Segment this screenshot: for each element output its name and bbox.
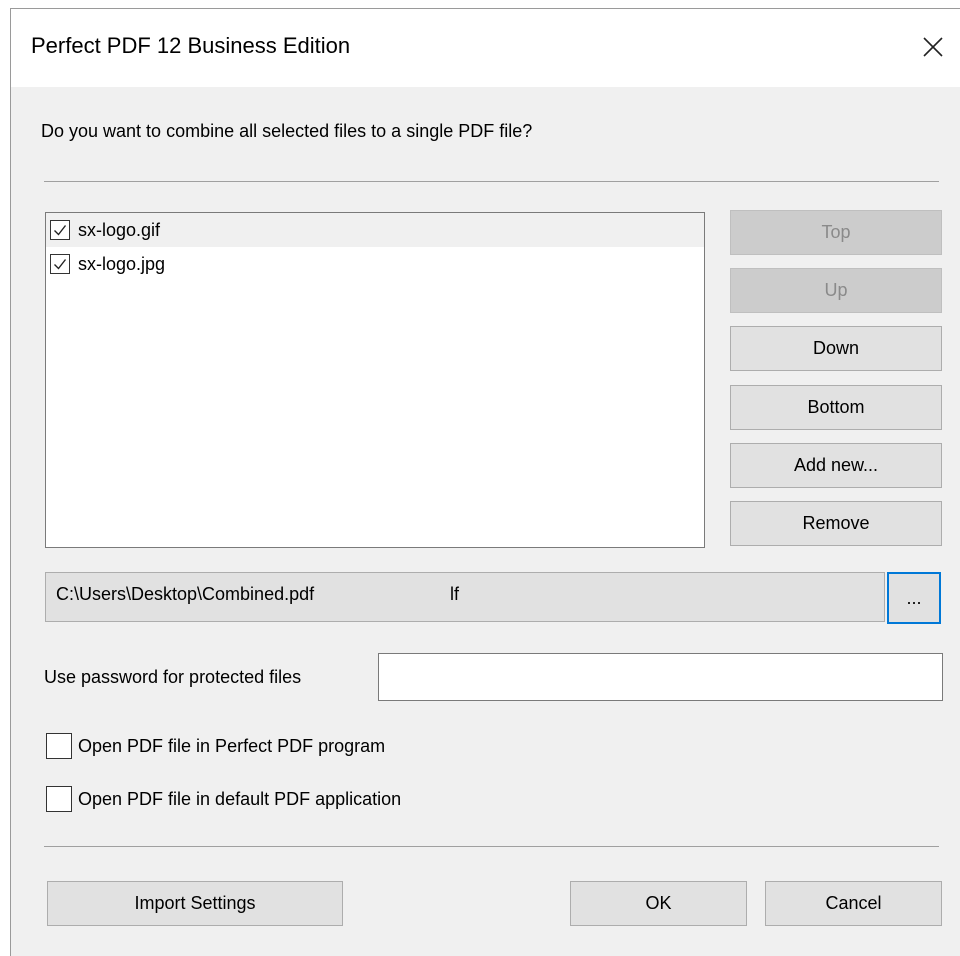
output-path-field[interactable]: C:\Users\Desktop\Combined.pdf lf (45, 572, 885, 622)
output-path-text: C:\Users\Desktop\Combined.pdf (56, 584, 315, 604)
close-button[interactable] (905, 19, 960, 75)
open-in-perfect-pdf-checkbox[interactable] (46, 733, 72, 759)
checkmark-icon (54, 225, 67, 236)
file-name: sx-logo.jpg (78, 253, 166, 274)
file-list[interactable]: sx-logo.gif sx-logo.jpg (45, 212, 705, 548)
dialog-window: Perfect PDF 12 Business Edition Do you w… (10, 8, 960, 956)
import-settings-button[interactable]: Import Settings (47, 881, 343, 926)
file-checkbox[interactable] (50, 220, 70, 240)
password-label: Use password for protected files (44, 667, 302, 687)
browse-button[interactable]: ... (887, 572, 941, 624)
file-name: sx-logo.gif (78, 219, 161, 240)
open-in-perfect-pdf-option[interactable]: Open PDF file in Perfect PDF program (46, 733, 385, 759)
close-icon (923, 37, 943, 57)
remove-button[interactable]: Remove (730, 501, 942, 546)
output-path-suffix: lf (450, 584, 459, 604)
file-checkbox[interactable] (50, 254, 70, 274)
move-bottom-button[interactable]: Bottom (730, 385, 942, 430)
ok-button[interactable]: OK (570, 881, 747, 926)
combine-prompt: Do you want to combine all selected file… (41, 121, 533, 141)
title-bar: Perfect PDF 12 Business Edition (11, 9, 960, 87)
move-down-button[interactable]: Down (730, 326, 942, 371)
list-item[interactable]: sx-logo.jpg (46, 247, 704, 281)
list-item[interactable]: sx-logo.gif (46, 213, 704, 247)
open-in-perfect-pdf-label: Open PDF file in Perfect PDF program (78, 735, 386, 756)
password-input[interactable] (378, 653, 943, 701)
move-top-button[interactable]: Top (730, 210, 942, 255)
open-in-default-label: Open PDF file in default PDF application (78, 788, 402, 809)
cancel-button[interactable]: Cancel (765, 881, 942, 926)
divider-top (44, 181, 939, 182)
open-in-default-option[interactable]: Open PDF file in default PDF application (46, 786, 401, 812)
move-up-button[interactable]: Up (730, 268, 942, 313)
window-title: Perfect PDF 12 Business Edition (31, 33, 351, 58)
add-new-button[interactable]: Add new... (730, 443, 942, 488)
divider-bottom (44, 846, 939, 847)
checkmark-icon (54, 259, 67, 270)
open-in-default-checkbox[interactable] (46, 786, 72, 812)
